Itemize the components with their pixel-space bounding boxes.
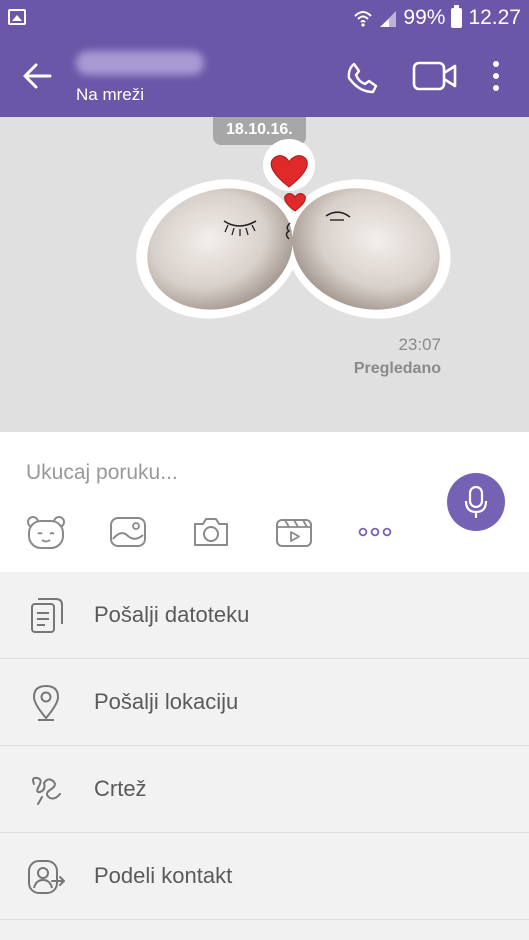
location-pin-icon	[32, 684, 60, 721]
doodle-icon	[32, 776, 61, 805]
phone-call-icon[interactable]	[345, 61, 379, 95]
message-input[interactable]	[26, 456, 406, 490]
back-arrow-icon[interactable]	[20, 59, 54, 93]
file-icon	[31, 598, 63, 633]
presence-status: Na mreži	[76, 85, 145, 104]
menu-item-label: Pošalji datoteku	[94, 602, 250, 627]
share-contact-icon	[28, 860, 65, 894]
microphone-icon	[464, 485, 488, 518]
attach-menu: Pošalji datoteku Pošalji lokaciju Crtež …	[0, 572, 529, 920]
composer	[0, 432, 529, 572]
conversation-area[interactable]: 18.10.16. 23:07 Pregledano	[0, 117, 529, 432]
status-bar: 99% 12.27	[0, 0, 529, 35]
camera-icon	[194, 518, 228, 546]
menu-item-label: Podeli kontakt	[94, 863, 233, 888]
overflow-menu-icon[interactable]	[486, 59, 506, 93]
clock: 12.27	[468, 6, 521, 29]
kissing-eggs-sticker[interactable]	[136, 139, 454, 327]
clapperboard-icon	[276, 519, 312, 547]
contact-name-blurred[interactable]	[76, 51, 204, 75]
menu-item-label: Crtež	[94, 776, 147, 801]
gallery-notification-icon	[8, 9, 26, 25]
image-gallery-icon	[110, 517, 146, 547]
message-time: 23:07	[398, 335, 441, 354]
menu-item-send-file[interactable]: Pošalji datoteku	[0, 572, 529, 659]
battery-percent: 99%	[403, 6, 446, 29]
more-options-button[interactable]	[355, 512, 395, 552]
video-call-icon[interactable]	[412, 59, 458, 93]
status-right: 99% 12.27	[353, 5, 521, 30]
gallery-button[interactable]	[108, 512, 148, 552]
sticker-button[interactable]	[26, 512, 66, 552]
menu-item-share-contact[interactable]: Podeli kontakt	[0, 833, 529, 920]
camera-button[interactable]	[191, 512, 231, 552]
video-clip-button[interactable]	[274, 512, 314, 552]
menu-item-doodle[interactable]: Crtež	[0, 746, 529, 833]
signal-icon	[380, 11, 397, 27]
bear-sticker-icon	[27, 516, 65, 549]
chat-header: Na mreži	[0, 35, 529, 117]
menu-item-send-location[interactable]: Pošalji lokaciju	[0, 659, 529, 746]
menu-item-label: Pošalji lokaciju	[94, 689, 239, 714]
voice-message-button[interactable]	[447, 473, 505, 531]
wifi-icon	[354, 11, 373, 27]
battery-icon	[451, 5, 463, 28]
message-seen-status: Pregledano	[353, 360, 441, 377]
more-dots-icon	[358, 527, 392, 537]
